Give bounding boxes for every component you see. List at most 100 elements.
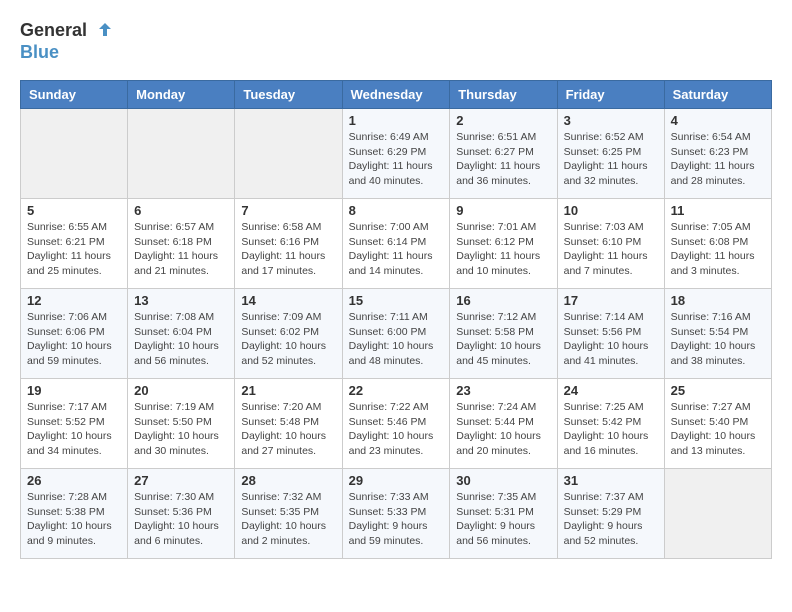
calendar-cell: 14 Sunrise: 7:09 AMSunset: 6:02 PMDayligh… <box>235 288 342 378</box>
day-number: 19 <box>27 383 121 398</box>
day-number: 12 <box>27 293 121 308</box>
calendar-cell: 31Sunrise: 7:37 AMSunset: 5:29 PMDayligh… <box>557 468 664 558</box>
day-info: Sunrise: 7:32 AMSunset: 5:35 PMDaylight:… <box>241 490 335 549</box>
day-number: 2 <box>456 113 550 128</box>
day-number: 4 <box>671 113 765 128</box>
calendar-cell: 17Sunrise: 7:14 AMSunset: 5:56 PMDayligh… <box>557 288 664 378</box>
calendar-cell: 6 Sunrise: 6:57 AMSunset: 6:18 PMDaylight… <box>128 198 235 288</box>
calendar-cell: 26Sunrise: 7:28 AMSunset: 5:38 PMDayligh… <box>21 468 128 558</box>
calendar-week-row: 26Sunrise: 7:28 AMSunset: 5:38 PMDayligh… <box>21 468 772 558</box>
calendar-cell: 4 Sunrise: 6:54 AMSunset: 6:23 PMDaylight… <box>664 108 771 198</box>
calendar-cell: 7 Sunrise: 6:58 AMSunset: 6:16 PMDaylight… <box>235 198 342 288</box>
calendar-header-row: SundayMondayTuesdayWednesdayThursdayFrid… <box>21 80 772 108</box>
col-header-thursday: Thursday <box>450 80 557 108</box>
day-number: 21 <box>241 383 335 398</box>
day-info: Sunrise: 7:11 AMSunset: 6:00 PMDaylight:… <box>349 310 444 369</box>
day-number: 7 <box>241 203 335 218</box>
day-number: 1 <box>349 113 444 128</box>
day-info: Sunrise: 6:54 AMSunset: 6:23 PMDaylight:… <box>671 130 765 189</box>
calendar-cell: 25Sunrise: 7:27 AMSunset: 5:40 PMDayligh… <box>664 378 771 468</box>
calendar-cell: 23 Sunrise: 7:24 AMSunset: 5:44 PMDayligh… <box>450 378 557 468</box>
calendar-week-row: 5 Sunrise: 6:55 AMSunset: 6:21 PMDaylight… <box>21 198 772 288</box>
day-info: Sunrise: 7:22 AMSunset: 5:46 PMDaylight:… <box>349 400 444 459</box>
calendar-cell: 30Sunrise: 7:35 AMSunset: 5:31 PMDayligh… <box>450 468 557 558</box>
calendar-cell: 29 Sunrise: 7:33 AMSunset: 5:33 PMDayligh… <box>342 468 450 558</box>
calendar-cell: 18 Sunrise: 7:16 AMSunset: 5:54 PMDayligh… <box>664 288 771 378</box>
day-info: Sunrise: 7:17 AMSunset: 5:52 PMDaylight:… <box>27 400 121 459</box>
day-info: Sunrise: 6:52 AMSunset: 6:25 PMDaylight:… <box>564 130 658 189</box>
day-number: 31 <box>564 473 658 488</box>
calendar-week-row: 1Sunrise: 6:49 AMSunset: 6:29 PMDaylight… <box>21 108 772 198</box>
day-number: 27 <box>134 473 228 488</box>
day-number: 18 <box>671 293 765 308</box>
day-info: Sunrise: 6:51 AMSunset: 6:27 PMDaylight:… <box>456 130 550 189</box>
calendar-cell <box>21 108 128 198</box>
day-number: 13 <box>134 293 228 308</box>
day-number: 29 <box>349 473 444 488</box>
day-number: 6 <box>134 203 228 218</box>
calendar-cell <box>128 108 235 198</box>
day-number: 22 <box>349 383 444 398</box>
day-info: Sunrise: 7:20 AMSunset: 5:48 PMDaylight:… <box>241 400 335 459</box>
col-header-sunday: Sunday <box>21 80 128 108</box>
calendar-cell: 1Sunrise: 6:49 AMSunset: 6:29 PMDaylight… <box>342 108 450 198</box>
col-header-friday: Friday <box>557 80 664 108</box>
day-info: Sunrise: 7:06 AMSunset: 6:06 PMDaylight:… <box>27 310 121 369</box>
day-number: 16 <box>456 293 550 308</box>
day-number: 5 <box>27 203 121 218</box>
calendar-cell: 2 Sunrise: 6:51 AMSunset: 6:27 PMDaylight… <box>450 108 557 198</box>
page-header: General Blue <box>20 20 772 64</box>
day-info: Sunrise: 7:09 AMSunset: 6:02 PMDaylight:… <box>241 310 335 369</box>
day-number: 10 <box>564 203 658 218</box>
calendar-cell: 5 Sunrise: 6:55 AMSunset: 6:21 PMDaylight… <box>21 198 128 288</box>
day-info: Sunrise: 7:33 AMSunset: 5:33 PMDaylight:… <box>349 490 444 549</box>
col-header-wednesday: Wednesday <box>342 80 450 108</box>
calendar-cell: 15 Sunrise: 7:11 AMSunset: 6:00 PMDayligh… <box>342 288 450 378</box>
calendar-cell: 27 Sunrise: 7:30 AMSunset: 5:36 PMDayligh… <box>128 468 235 558</box>
col-header-saturday: Saturday <box>664 80 771 108</box>
day-info: Sunrise: 7:08 AMSunset: 6:04 PMDaylight:… <box>134 310 228 369</box>
day-number: 24 <box>564 383 658 398</box>
calendar-table: SundayMondayTuesdayWednesdayThursdayFrid… <box>20 80 772 559</box>
day-number: 30 <box>456 473 550 488</box>
calendar-cell: 3 Sunrise: 6:52 AMSunset: 6:25 PMDaylight… <box>557 108 664 198</box>
day-number: 3 <box>564 113 658 128</box>
day-info: Sunrise: 6:58 AMSunset: 6:16 PMDaylight:… <box>241 220 335 279</box>
day-number: 28 <box>241 473 335 488</box>
calendar-cell: 28 Sunrise: 7:32 AMSunset: 5:35 PMDayligh… <box>235 468 342 558</box>
calendar-cell: 11Sunrise: 7:05 AMSunset: 6:08 PMDayligh… <box>664 198 771 288</box>
day-info: Sunrise: 7:25 AMSunset: 5:42 PMDaylight:… <box>564 400 658 459</box>
calendar-cell: 22 Sunrise: 7:22 AMSunset: 5:46 PMDayligh… <box>342 378 450 468</box>
day-number: 15 <box>349 293 444 308</box>
day-number: 17 <box>564 293 658 308</box>
calendar-week-row: 12 Sunrise: 7:06 AMSunset: 6:06 PMDayligh… <box>21 288 772 378</box>
day-info: Sunrise: 7:00 AMSunset: 6:14 PMDaylight:… <box>349 220 444 279</box>
day-info: Sunrise: 7:30 AMSunset: 5:36 PMDaylight:… <box>134 490 228 549</box>
calendar-cell: 16 Sunrise: 7:12 AMSunset: 5:58 PMDayligh… <box>450 288 557 378</box>
day-number: 20 <box>134 383 228 398</box>
day-info: Sunrise: 7:03 AMSunset: 6:10 PMDaylight:… <box>564 220 658 279</box>
day-info: Sunrise: 7:16 AMSunset: 5:54 PMDaylight:… <box>671 310 765 369</box>
logo: General Blue <box>20 20 113 64</box>
day-info: Sunrise: 6:55 AMSunset: 6:21 PMDaylight:… <box>27 220 121 279</box>
col-header-tuesday: Tuesday <box>235 80 342 108</box>
day-number: 9 <box>456 203 550 218</box>
calendar-cell: 9Sunrise: 7:01 AMSunset: 6:12 PMDaylight… <box>450 198 557 288</box>
day-number: 26 <box>27 473 121 488</box>
day-number: 23 <box>456 383 550 398</box>
calendar-cell: 12 Sunrise: 7:06 AMSunset: 6:06 PMDayligh… <box>21 288 128 378</box>
calendar-cell <box>235 108 342 198</box>
calendar-cell <box>664 468 771 558</box>
calendar-cell: 13 Sunrise: 7:08 AMSunset: 6:04 PMDayligh… <box>128 288 235 378</box>
day-info: Sunrise: 7:24 AMSunset: 5:44 PMDaylight:… <box>456 400 550 459</box>
calendar-cell: 8Sunrise: 7:00 AMSunset: 6:14 PMDaylight… <box>342 198 450 288</box>
day-info: Sunrise: 7:12 AMSunset: 5:58 PMDaylight:… <box>456 310 550 369</box>
day-info: Sunrise: 7:05 AMSunset: 6:08 PMDaylight:… <box>671 220 765 279</box>
day-info: Sunrise: 7:19 AMSunset: 5:50 PMDaylight:… <box>134 400 228 459</box>
calendar-week-row: 19 Sunrise: 7:17 AMSunset: 5:52 PMDayligh… <box>21 378 772 468</box>
day-number: 14 <box>241 293 335 308</box>
calendar-cell: 20 Sunrise: 7:19 AMSunset: 5:50 PMDayligh… <box>128 378 235 468</box>
day-info: Sunrise: 6:57 AMSunset: 6:18 PMDaylight:… <box>134 220 228 279</box>
day-info: Sunrise: 7:27 AMSunset: 5:40 PMDaylight:… <box>671 400 765 459</box>
calendar-cell: 24 Sunrise: 7:25 AMSunset: 5:42 PMDayligh… <box>557 378 664 468</box>
